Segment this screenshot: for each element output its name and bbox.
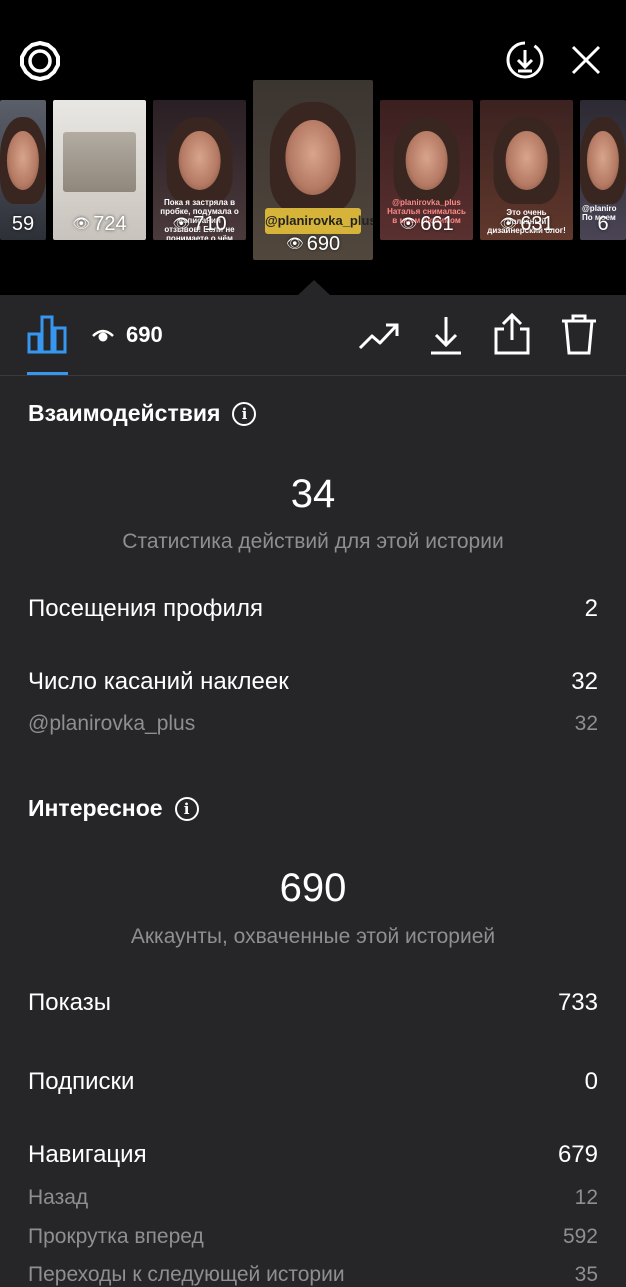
views-count: 690 <box>92 318 163 352</box>
metric-subrow: Назад 12 <box>28 1186 598 1210</box>
interactions-subtitle: Статистика действий для этой истории <box>122 530 504 553</box>
download-icon[interactable] <box>428 314 464 356</box>
metric-label: Число касаний наклеек <box>28 668 289 695</box>
interactions-total: 34 <box>290 472 336 516</box>
metric-value: 0 <box>584 1068 598 1095</box>
metric-value: 32 <box>571 668 598 695</box>
discovery-total: 690 <box>279 866 347 910</box>
discovery-title: Интересное i <box>28 795 199 822</box>
metric-label: @planirovka_plus <box>28 712 196 735</box>
metric-value: 12 <box>574 1186 598 1209</box>
story-thumbnail[interactable]: Это очень полезный дизайнерский блог! 👁 6… <box>480 100 573 240</box>
discovery-title-text: Интересное <box>28 795 163 821</box>
metric-subrow: Переходы к следующей истории 35 <box>28 1263 598 1287</box>
interactions-title-text: Взаимодействия <box>28 400 221 426</box>
story-thumbnail[interactable]: @planirovka_plus Наталья снималась в мое… <box>380 100 473 240</box>
story-thumbnails: 59 👁 724 Пока я застряла в пробке, подума… <box>0 80 626 260</box>
share-icon[interactable] <box>492 312 532 356</box>
mention-sticker: @planirovka_plus <box>265 208 373 234</box>
metric-label: Посещения профиля <box>28 595 263 622</box>
info-icon[interactable]: i <box>174 796 199 821</box>
gear-icon[interactable] <box>18 40 62 82</box>
metric-label: Назад <box>28 1186 89 1209</box>
metric-value: 733 <box>557 989 598 1016</box>
metric-label: Прокрутка вперед <box>28 1225 204 1248</box>
story-thumbnail[interactable]: 👁 724 <box>53 100 146 240</box>
metric-label: Переходы к следующей истории <box>28 1263 345 1286</box>
views-value: 690 <box>126 322 163 347</box>
metric-row: Навигация 679 <box>28 1141 598 1169</box>
metric-value: 679 <box>557 1141 598 1168</box>
metric-label: Подписки <box>28 1068 135 1095</box>
metric-value: 35 <box>574 1263 598 1286</box>
bar-chart-icon[interactable] <box>27 314 68 354</box>
metric-value: 32 <box>574 712 598 735</box>
story-thumbnail-selected[interactable]: @planirovka_plus 👁 690 <box>253 80 373 260</box>
interactions-title: Взаимодействия i <box>28 400 257 427</box>
discovery-subtitle: Аккаунты, охваченные этой историей <box>130 925 496 948</box>
story-thumbnail[interactable]: Пока я застряла в пробке, подумала о нап… <box>153 100 246 240</box>
eye-icon <box>92 329 114 342</box>
metric-row: Число касаний наклеек 32 <box>28 668 598 696</box>
metric-label: Показы <box>28 989 111 1016</box>
metric-row: Подписки 0 <box>28 1068 598 1096</box>
story-thumbnail[interactable]: 59 <box>0 100 46 240</box>
close-icon[interactable] <box>570 44 602 76</box>
active-tab-indicator <box>27 372 68 375</box>
metric-value: 2 <box>584 595 598 622</box>
metric-label: Навигация <box>28 1141 147 1168</box>
metric-subrow: @planirovka_plus 32 <box>28 712 598 736</box>
selection-pointer <box>298 280 330 295</box>
story-thumbnail[interactable]: @planiro По моем 6 <box>580 100 626 240</box>
metric-row: Посещения профиля 2 <box>28 595 598 623</box>
metric-subrow: Прокрутка вперед 592 <box>28 1225 598 1249</box>
metric-row: Показы 733 <box>28 989 598 1017</box>
metric-value: 592 <box>562 1225 598 1248</box>
trending-up-icon[interactable] <box>358 318 400 352</box>
info-icon[interactable]: i <box>232 401 257 426</box>
trash-icon[interactable] <box>560 313 598 355</box>
circle-download-icon[interactable] <box>505 40 545 80</box>
